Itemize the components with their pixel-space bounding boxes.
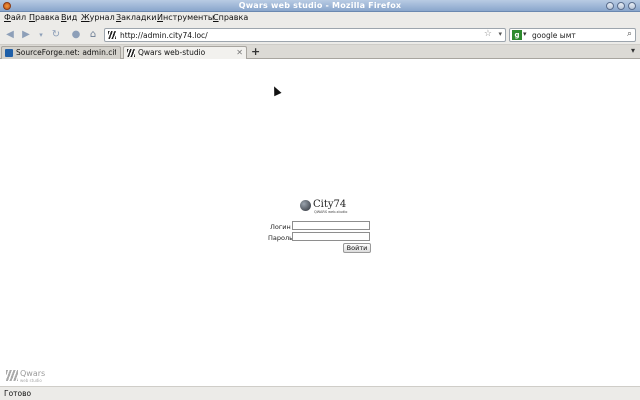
new-tab-icon[interactable]: +: [251, 45, 260, 58]
tab-sourceforge[interactable]: SourceForge.net: admin.cit...: [1, 46, 121, 59]
menu-edit[interactable]: Правка: [29, 13, 59, 22]
menu-help[interactable]: Справка: [213, 13, 248, 22]
history-dropdown-icon[interactable]: ▾: [35, 29, 47, 41]
tab-bar: SourceForge.net: admin.cit... Qwars web-…: [0, 45, 640, 59]
close-window-icon[interactable]: [628, 2, 636, 10]
page-content: City74 QWARS web-studio Логин Пароль Вой…: [0, 59, 640, 386]
close-tab-icon[interactable]: ✕: [236, 48, 243, 57]
password-label: Пароль: [268, 234, 293, 242]
menu-file[interactable]: Файл: [4, 13, 26, 22]
corner-logo-subtitle: web studio: [20, 378, 42, 383]
menu-tools[interactable]: Инструменты: [157, 13, 214, 22]
menu-view[interactable]: Вид: [61, 13, 77, 22]
globe-icon: [300, 200, 311, 211]
tab-label: SourceForge.net: admin.cit...: [16, 48, 116, 57]
search-bar[interactable]: g ▾ google ымт ⌕: [509, 28, 636, 42]
login-label: Логин: [270, 223, 291, 231]
search-input[interactable]: google ымт: [532, 31, 576, 40]
search-engine-dropdown-icon[interactable]: ▾: [523, 30, 527, 38]
back-icon[interactable]: ◀: [4, 29, 16, 41]
url-bar[interactable]: http://admin.city74.loc/ ☆ ▾: [104, 28, 506, 42]
menu-bar: Файл Правка Вид Журнал Закладки Инструме…: [0, 12, 640, 25]
logo-subtitle: QWARS web-studio: [314, 210, 348, 214]
url-dropdown-icon[interactable]: ▾: [498, 30, 502, 38]
window-titlebar: Qwars web studio - Mozilla Firefox: [0, 0, 640, 12]
city74-logo: City74 QWARS web-studio: [300, 199, 348, 215]
stop-icon[interactable]: ●: [70, 29, 82, 41]
site-favicon-icon: [108, 31, 116, 39]
bookmark-star-icon[interactable]: ☆: [484, 29, 492, 39]
menu-bookmarks[interactable]: Закладки: [116, 13, 156, 22]
forward-icon[interactable]: ▶: [20, 29, 32, 41]
password-input[interactable]: [292, 232, 370, 241]
maximize-icon[interactable]: [617, 2, 625, 10]
navigation-toolbar: ◀ ▶ ▾ ↻ ● ⌂ http://admin.city74.loc/ ☆ ▾…: [0, 25, 640, 45]
mouse-cursor-icon: [270, 84, 282, 97]
corner-logo-name: Qwars: [20, 369, 46, 378]
reload-icon[interactable]: ↻: [50, 29, 62, 41]
status-bar: Готово: [0, 386, 640, 400]
submit-button[interactable]: Войти: [343, 243, 371, 253]
window-title: Qwars web studio - Mozilla Firefox: [238, 1, 402, 10]
sourceforge-favicon-icon: [5, 49, 13, 57]
tab-label: Qwars web-studio: [138, 48, 206, 57]
minimize-icon[interactable]: [606, 2, 614, 10]
status-text: Готово: [4, 389, 32, 398]
qwars-logo-icon: [6, 370, 18, 381]
tab-qwars[interactable]: Qwars web-studio ✕: [123, 46, 247, 59]
search-engine-icon[interactable]: g: [512, 30, 522, 40]
tab-list-icon[interactable]: ▾: [631, 46, 635, 55]
qwars-favicon-icon: [127, 49, 135, 57]
menu-history[interactable]: Журнал: [81, 13, 115, 22]
login-input[interactable]: [292, 221, 370, 230]
logo-name: City74: [313, 199, 347, 210]
url-text[interactable]: http://admin.city74.loc/: [120, 31, 208, 40]
search-icon[interactable]: ⌕: [627, 29, 632, 39]
home-icon[interactable]: ⌂: [87, 29, 99, 41]
